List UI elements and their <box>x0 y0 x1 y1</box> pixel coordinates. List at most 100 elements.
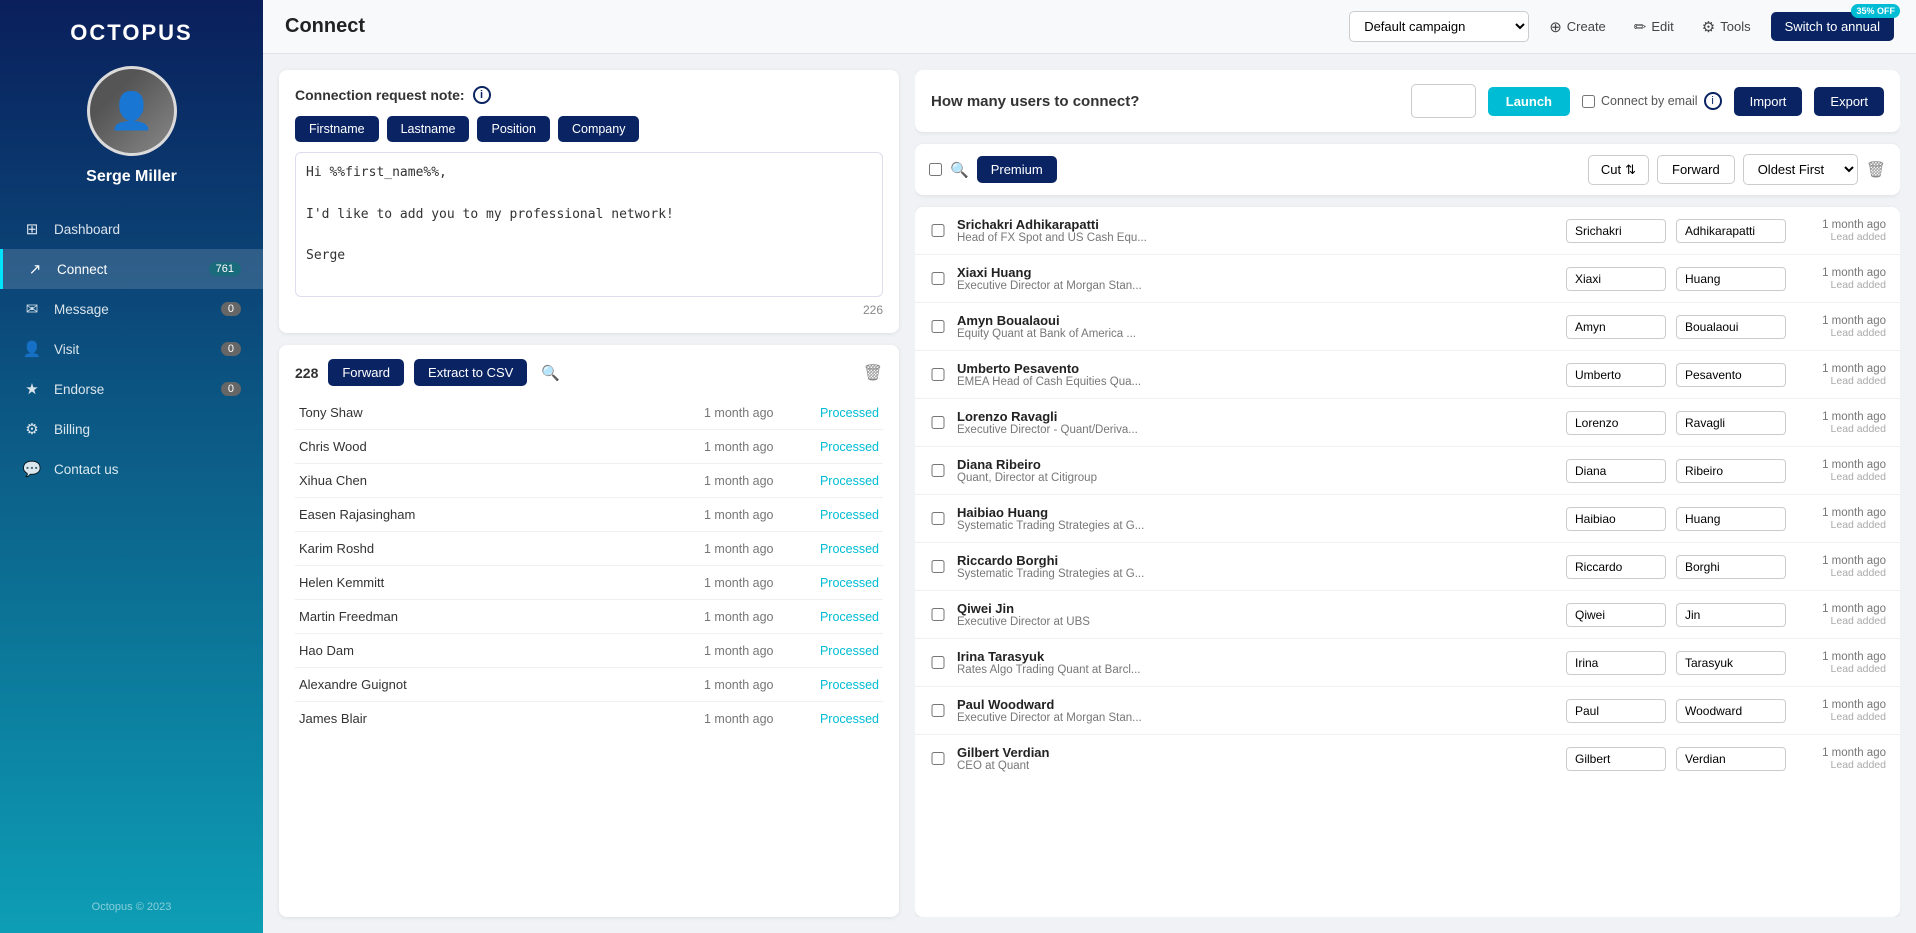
edit-button[interactable]: ✏ Edit <box>1626 13 1682 41</box>
lead-checkbox[interactable] <box>929 464 947 477</box>
table-row[interactable]: Paul Woodward Executive Director at Morg… <box>915 687 1900 735</box>
lead-checkbox[interactable] <box>929 752 947 765</box>
lead-lastname-input[interactable] <box>1676 267 1786 291</box>
lead-firstname-input[interactable] <box>1566 459 1666 483</box>
table-row[interactable]: Lorenzo Ravagli Executive Director - Qua… <box>915 399 1900 447</box>
lead-checkbox[interactable] <box>929 656 947 669</box>
lead-title: Executive Director at UBS <box>957 616 1556 628</box>
table-row[interactable]: Haibiao Huang Systematic Trading Strateg… <box>915 495 1900 543</box>
lead-lastname-input[interactable] <box>1676 411 1786 435</box>
queue-row[interactable]: Martin Freedman 1 month ago Processed <box>295 600 883 634</box>
visit-icon: 👤 <box>22 340 42 358</box>
filter-search-icon[interactable]: 🔍 <box>950 161 969 179</box>
lead-checkbox[interactable] <box>929 560 947 573</box>
sidebar-item-connect[interactable]: ↗ Connect 761 <box>0 249 263 289</box>
sidebar-item-billing[interactable]: ⚙ Billing <box>0 409 263 449</box>
queue-csv-button[interactable]: Extract to CSV <box>414 359 527 386</box>
info-icon[interactable]: i <box>473 86 491 104</box>
lead-checkbox[interactable] <box>929 320 947 333</box>
lead-name: Irina Tarasyuk <box>957 649 1556 664</box>
lead-checkbox[interactable] <box>929 368 947 381</box>
lead-firstname-input[interactable] <box>1566 267 1666 291</box>
connect-email-info-icon[interactable]: i <box>1704 92 1722 110</box>
queue-row[interactable]: Helen Kemmitt 1 month ago Processed <box>295 566 883 600</box>
queue-search-icon[interactable]: 🔍 <box>541 364 560 382</box>
lead-lastname-input[interactable] <box>1676 219 1786 243</box>
tag-firstname[interactable]: Firstname <box>295 116 379 142</box>
table-row[interactable]: Xiaxi Huang Executive Director at Morgan… <box>915 255 1900 303</box>
launch-button[interactable]: Launch <box>1488 87 1570 116</box>
forward-filter-button[interactable]: Forward <box>1657 155 1735 184</box>
table-row[interactable]: Qiwei Jin Executive Director at UBS 1 mo… <box>915 591 1900 639</box>
queue-forward-button[interactable]: Forward <box>328 359 404 386</box>
import-button[interactable]: Import <box>1734 87 1803 116</box>
lead-firstname-input[interactable] <box>1566 747 1666 771</box>
filter-delete-icon[interactable]: 🗑 <box>1866 160 1886 180</box>
sort-select[interactable]: Oldest FirstNewest First <box>1743 154 1858 185</box>
queue-row-name: Hao Dam <box>299 643 694 658</box>
table-row[interactable]: Umberto Pesavento EMEA Head of Cash Equi… <box>915 351 1900 399</box>
lead-checkbox[interactable] <box>929 416 947 429</box>
export-button[interactable]: Export <box>1814 87 1884 116</box>
users-count-input[interactable] <box>1411 84 1476 118</box>
lead-lastname-input[interactable] <box>1676 315 1786 339</box>
filter-select-all-checkbox[interactable] <box>929 163 942 176</box>
lead-lastname-input[interactable] <box>1676 459 1786 483</box>
queue-row[interactable]: Alexandre Guignot 1 month ago Processed <box>295 668 883 702</box>
tag-position[interactable]: Position <box>477 116 549 142</box>
lead-lastname-input[interactable] <box>1676 651 1786 675</box>
table-row[interactable]: Gilbert Verdian CEO at Quant 1 month ago… <box>915 735 1900 782</box>
lead-checkbox[interactable] <box>929 272 947 285</box>
switch-annual-button[interactable]: 35% OFF Switch to annual <box>1771 12 1894 41</box>
lead-checkbox[interactable] <box>929 224 947 237</box>
note-textarea[interactable]: Hi %%first_name%%, I'd like to add you t… <box>295 152 883 297</box>
connect-email-checkbox[interactable] <box>1582 95 1595 108</box>
table-row[interactable]: Riccardo Borghi Systematic Trading Strat… <box>915 543 1900 591</box>
lead-time: 1 month ago Lead added <box>1796 219 1886 243</box>
queue-delete-icon[interactable]: 🗑 <box>863 363 883 383</box>
queue-row[interactable]: Tony Shaw 1 month ago Processed <box>295 396 883 430</box>
lead-firstname-input[interactable] <box>1566 363 1666 387</box>
sidebar-item-contact[interactable]: 💬 Contact us <box>0 449 263 489</box>
queue-row[interactable]: Hao Dam 1 month ago Processed <box>295 634 883 668</box>
lead-firstname-input[interactable] <box>1566 219 1666 243</box>
sidebar-item-visit[interactable]: 👤 Visit 0 <box>0 329 263 369</box>
queue-row[interactable]: Xihua Chen 1 month ago Processed <box>295 464 883 498</box>
table-row[interactable]: Diana Ribeiro Quant, Director at Citigro… <box>915 447 1900 495</box>
lead-checkbox[interactable] <box>929 704 947 717</box>
lead-lastname-input[interactable] <box>1676 507 1786 531</box>
table-row[interactable]: Amyn Boualaoui Equity Quant at Bank of A… <box>915 303 1900 351</box>
lead-lastname-input[interactable] <box>1676 363 1786 387</box>
lead-lastname-input[interactable] <box>1676 555 1786 579</box>
sidebar-item-message[interactable]: ✉ Message 0 <box>0 289 263 329</box>
lead-firstname-input[interactable] <box>1566 507 1666 531</box>
filter-premium-button[interactable]: Premium <box>977 156 1057 183</box>
campaign-select[interactable]: Default campaign <box>1349 11 1529 42</box>
queue-row[interactable]: Chris Wood 1 month ago Processed <box>295 430 883 464</box>
queue-row[interactable]: Easen Rajasingham 1 month ago Processed <box>295 498 883 532</box>
tools-button[interactable]: ⚙ Tools <box>1694 13 1759 41</box>
tag-company[interactable]: Company <box>558 116 640 142</box>
lead-checkbox[interactable] <box>929 608 947 621</box>
lead-checkbox[interactable] <box>929 512 947 525</box>
lead-lastname-input[interactable] <box>1676 747 1786 771</box>
lead-firstname-input[interactable] <box>1566 651 1666 675</box>
tag-lastname[interactable]: Lastname <box>387 116 470 142</box>
lead-firstname-input[interactable] <box>1566 315 1666 339</box>
queue-row[interactable]: James Blair 1 month ago Processed <box>295 702 883 735</box>
lead-firstname-input[interactable] <box>1566 411 1666 435</box>
lead-firstname-input[interactable] <box>1566 603 1666 627</box>
table-row[interactable]: Srichakri Adhikarapatti Head of FX Spot … <box>915 207 1900 255</box>
table-row[interactable]: Irina Tarasyuk Rates Algo Trading Quant … <box>915 639 1900 687</box>
lead-firstname-input[interactable] <box>1566 699 1666 723</box>
sidebar-item-endorse[interactable]: ★ Endorse 0 <box>0 369 263 409</box>
lead-firstname-input[interactable] <box>1566 555 1666 579</box>
lead-lastname-input[interactable] <box>1676 699 1786 723</box>
leads-table: Srichakri Adhikarapatti Head of FX Spot … <box>915 207 1900 917</box>
create-button[interactable]: ⊕ Create <box>1541 13 1614 41</box>
queue-row[interactable]: Karim Roshd 1 month ago Processed <box>295 532 883 566</box>
lead-time: 1 month ago Lead added <box>1796 555 1886 579</box>
lead-lastname-input[interactable] <box>1676 603 1786 627</box>
cut-button[interactable]: Cut ⇅ <box>1588 155 1649 185</box>
sidebar-item-dashboard[interactable]: ⊞ Dashboard <box>0 209 263 249</box>
